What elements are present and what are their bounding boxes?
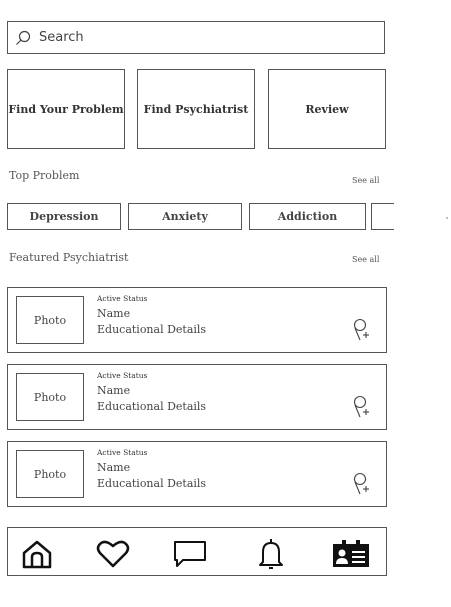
scroll-indicator-dot [446, 217, 448, 219]
nav-favorites[interactable] [96, 538, 130, 570]
psychiatrist-card[interactable]: Photo Active Status Name Educational Det… [7, 441, 387, 507]
psychiatrist-photo: Photo [16, 450, 84, 498]
top-problem-title: Top Problem [9, 169, 80, 182]
search-bar[interactable] [7, 21, 385, 54]
psychiatrist-name: Name [97, 384, 131, 397]
psychiatrist-name: Name [97, 461, 131, 474]
educational-details: Educational Details [97, 323, 207, 336]
chip-label: Anxiety [162, 210, 208, 223]
chip-label: Addiction [277, 210, 338, 223]
psychiatrist-photo: Photo [16, 373, 84, 421]
psychiatrist-card[interactable]: Photo Active Status Name Educational Det… [7, 287, 387, 353]
chat-icon [174, 541, 206, 567]
scroll-mask [394, 200, 451, 234]
educational-details: Educational Details [97, 477, 207, 490]
nav-chat[interactable] [173, 538, 207, 570]
review-label: Review [305, 102, 349, 116]
psychiatrist-photo: Photo [16, 296, 84, 344]
chip-label: Depression [29, 210, 99, 223]
home-icon [22, 540, 52, 569]
find-psychiatrist-label: Find Psychiatrist [143, 102, 249, 116]
heart-icon [96, 540, 130, 568]
chip-depression[interactable]: Depression [7, 203, 121, 230]
active-status: Active Status [97, 371, 148, 380]
add-person-icon[interactable] [352, 472, 370, 496]
featured-see-all-link[interactable]: See all [352, 255, 379, 264]
bell-icon [259, 539, 283, 569]
find-your-problem-button[interactable]: Find Your Problem [7, 69, 125, 149]
chip-anxiety[interactable]: Anxiety [128, 203, 242, 230]
nav-notifications[interactable] [254, 538, 288, 570]
psychiatrist-name: Name [97, 307, 131, 320]
profile-card-icon [333, 540, 369, 567]
review-button[interactable]: Review [268, 69, 386, 149]
active-status: Active Status [97, 294, 148, 303]
psychiatrist-card[interactable]: Photo Active Status Name Educational Det… [7, 364, 387, 430]
add-person-icon[interactable] [352, 395, 370, 419]
find-psychiatrist-button[interactable]: Find Psychiatrist [137, 69, 255, 149]
search-input[interactable] [39, 30, 339, 45]
chip-addiction[interactable]: Addiction [249, 203, 366, 230]
nav-profile[interactable] [331, 538, 371, 570]
active-status: Active Status [97, 448, 148, 457]
featured-psychiatrist-title: Featured Psychiatrist [9, 251, 129, 264]
find-your-problem-label: Find Your Problem [8, 102, 124, 116]
top-problem-see-all-link[interactable]: See all [352, 176, 379, 185]
search-icon [16, 30, 31, 45]
add-person-icon[interactable] [352, 318, 370, 342]
nav-home[interactable] [20, 538, 54, 570]
educational-details: Educational Details [97, 400, 207, 413]
bottom-nav [7, 527, 387, 576]
